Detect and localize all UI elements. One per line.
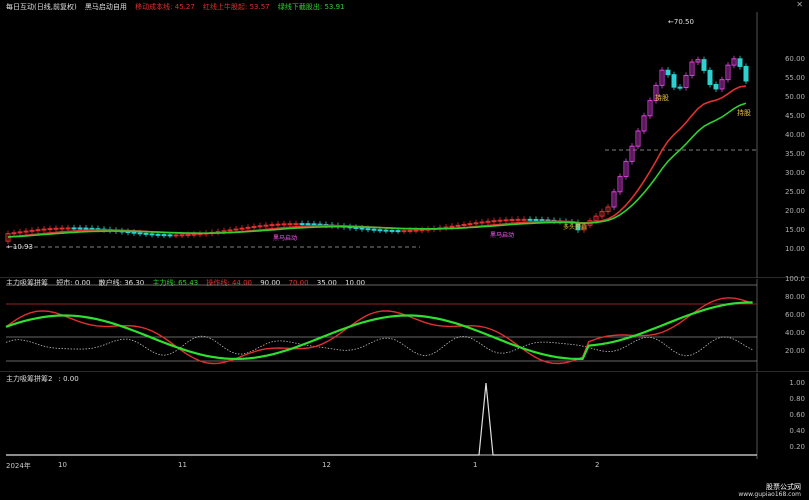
candle-body bbox=[737, 58, 743, 67]
candle-body bbox=[269, 224, 275, 227]
candle-body bbox=[83, 227, 89, 230]
candle-body bbox=[281, 223, 287, 226]
candle-body bbox=[665, 69, 671, 76]
candle-body bbox=[53, 227, 59, 230]
candle-body bbox=[137, 232, 143, 235]
candle-body bbox=[287, 223, 293, 226]
candle-body bbox=[503, 219, 509, 222]
candle-body bbox=[407, 229, 413, 232]
candle-body bbox=[155, 233, 161, 236]
candle-body bbox=[71, 227, 77, 230]
candle-body bbox=[389, 229, 395, 232]
candle-body bbox=[515, 218, 521, 221]
candle-body bbox=[371, 228, 377, 231]
price-chart-svg[interactable] bbox=[0, 0, 809, 278]
candle-body bbox=[539, 219, 545, 222]
candle-body bbox=[299, 223, 305, 226]
oscillator-1-svg[interactable] bbox=[0, 279, 809, 372]
candle-body bbox=[401, 230, 407, 233]
candle-body bbox=[383, 229, 389, 232]
candle-body bbox=[707, 69, 713, 85]
candle-body bbox=[233, 228, 239, 231]
signal-label-bull-start: 多头开启 bbox=[563, 224, 588, 231]
candle-body bbox=[485, 220, 491, 223]
oscillator-1-panel[interactable]: 主力吸筹拼筹 短市: 0.00 散户线: 36.30 主力线: 65.43 操作… bbox=[0, 275, 809, 372]
candle-body bbox=[245, 226, 251, 229]
candle-body bbox=[527, 218, 533, 221]
candle-body bbox=[497, 219, 503, 222]
candle-body bbox=[149, 233, 155, 236]
candle-body bbox=[191, 233, 197, 236]
candle-body bbox=[17, 231, 23, 234]
candle-body bbox=[701, 59, 707, 71]
candle-body bbox=[743, 65, 749, 82]
oscillator-2-panel[interactable]: 主力吸筹拼筹2: 0.00 1.00 0.80 0.60 0.40 0.20 bbox=[0, 373, 809, 459]
candle-body bbox=[173, 234, 179, 237]
candle-body bbox=[461, 223, 467, 226]
price-axis: 60.00 55.00 50.00 45.00 40.00 35.00 30.0… bbox=[784, 55, 805, 253]
candle-body bbox=[293, 223, 299, 226]
candle-body bbox=[449, 225, 455, 228]
candle-body bbox=[47, 228, 53, 231]
oscillator-1-axis: 100.0 80.00 60.00 40.00 20.00 bbox=[784, 275, 805, 355]
date-axis: 2024年 10 11 12 1 2 bbox=[6, 461, 600, 470]
candle-body bbox=[41, 228, 47, 231]
candle-body bbox=[263, 224, 269, 227]
signal-label-hold-2: 持股 bbox=[737, 109, 751, 117]
candle-body bbox=[89, 227, 95, 230]
candle-body bbox=[365, 228, 371, 231]
candle-body bbox=[161, 234, 167, 237]
candle-body bbox=[29, 229, 35, 232]
candle-body bbox=[413, 229, 419, 232]
candle-body bbox=[179, 234, 185, 237]
oscillator-2-svg[interactable] bbox=[0, 373, 809, 459]
candle-body bbox=[77, 227, 83, 230]
candle-body bbox=[305, 223, 311, 226]
candle-body bbox=[11, 232, 17, 235]
candle-body bbox=[131, 231, 137, 234]
candle-body bbox=[467, 223, 473, 226]
signal-label-hold-1: 持股 bbox=[655, 94, 669, 102]
price-high-label: ←70.50 bbox=[668, 18, 694, 26]
candle-body bbox=[221, 230, 227, 233]
candle-body bbox=[671, 74, 677, 88]
candle-body bbox=[509, 219, 515, 222]
candle-body bbox=[533, 218, 539, 221]
oscillator-2-axis: 1.00 0.80 0.60 0.40 0.20 bbox=[789, 379, 805, 451]
candle-body bbox=[713, 83, 719, 90]
main-chart-panel[interactable]: 每日互动(日线,前复权) 黑马启动自用 移动成本线: 45.27 红线上牛股起:… bbox=[0, 0, 809, 278]
candle-body bbox=[185, 234, 191, 237]
signal-label-dark-horse-2: 黑马启动 bbox=[490, 232, 515, 239]
candle-body bbox=[257, 225, 263, 228]
candle-body bbox=[377, 229, 383, 232]
watermark: 股票公式网 www.gupiao168.com bbox=[738, 483, 801, 499]
candle-body bbox=[59, 227, 65, 230]
candle-body bbox=[479, 221, 485, 224]
candle-body bbox=[311, 223, 317, 226]
candle-body bbox=[455, 224, 461, 227]
candle-body bbox=[35, 229, 41, 232]
candle-body bbox=[359, 227, 365, 230]
candle-body bbox=[65, 227, 71, 230]
candle-body bbox=[473, 222, 479, 225]
signal-label-dark-horse-1: 黑马启动 bbox=[273, 235, 298, 242]
candle-body bbox=[677, 86, 683, 89]
price-low-label: ←10.93 bbox=[7, 243, 33, 251]
candle-body bbox=[143, 232, 149, 235]
candle-body bbox=[23, 230, 29, 233]
candle-body bbox=[167, 234, 173, 237]
candle-body bbox=[395, 230, 401, 233]
candle-body bbox=[521, 218, 527, 221]
candle-body bbox=[275, 223, 281, 226]
candle-body bbox=[239, 227, 245, 230]
candle-body bbox=[227, 229, 233, 232]
candle-body bbox=[491, 220, 497, 223]
candle-body bbox=[251, 226, 257, 229]
